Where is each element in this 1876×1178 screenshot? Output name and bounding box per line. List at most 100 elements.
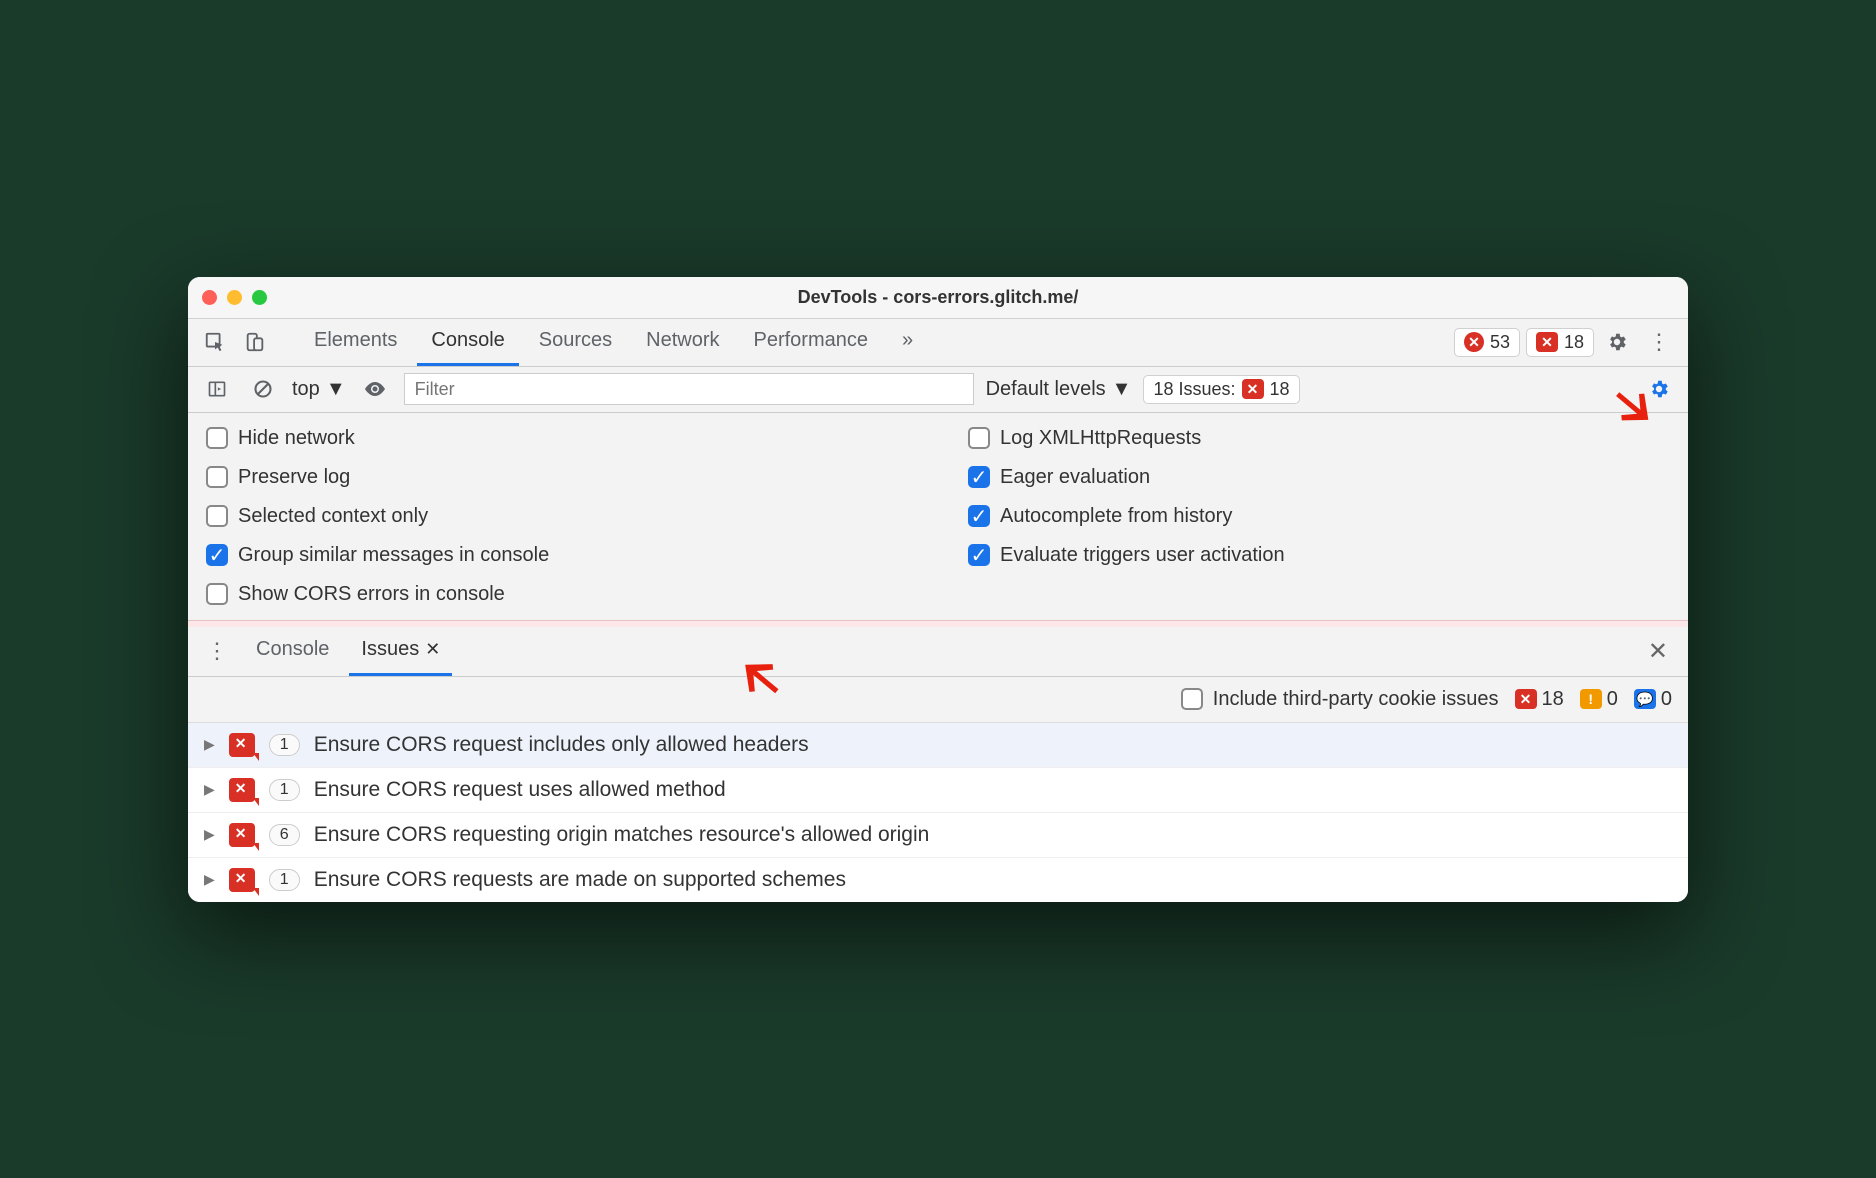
checkbox-icon xyxy=(206,505,228,527)
expand-icon: ▶ xyxy=(204,871,215,888)
settings-gear-icon[interactable] xyxy=(1600,325,1634,359)
setting-selected-context-only[interactable]: Selected context only xyxy=(206,505,908,528)
live-expression-icon[interactable] xyxy=(358,372,392,406)
include-third-party-toggle[interactable]: Include third-party cookie issues xyxy=(1181,688,1499,711)
setting-label: Evaluate triggers user activation xyxy=(1000,544,1285,567)
log-levels-selector[interactable]: Default levels ▼ xyxy=(986,378,1132,401)
close-tab-icon[interactable]: ✕ xyxy=(425,639,440,660)
warning-severity-count: 0 xyxy=(1607,688,1618,711)
issues-summary-chip[interactable]: 18 Issues: ✕ 18 xyxy=(1143,375,1299,404)
setting-evaluate-triggers-user-activation[interactable]: ✓ Evaluate triggers user activation xyxy=(968,544,1670,567)
setting-label: Show CORS errors in console xyxy=(238,583,505,606)
device-toolbar-icon[interactable] xyxy=(238,325,272,359)
checkbox-icon: ✓ xyxy=(968,505,990,527)
severity-errors[interactable]: ✕ 18 xyxy=(1515,688,1564,711)
drawer-tab-console[interactable]: Console xyxy=(244,626,341,676)
devtools-window: DevTools - cors-errors.glitch.me/ Elemen… xyxy=(188,277,1688,902)
expand-icon: ▶ xyxy=(204,781,215,798)
warning-icon: ! xyxy=(1580,689,1602,709)
error-icon: ✕ xyxy=(229,778,255,802)
severity-warnings[interactable]: ! 0 xyxy=(1580,688,1618,711)
issues-list: ▶ ✕ 1 Ensure CORS request includes only all… xyxy=(188,723,1688,902)
issue-row[interactable]: ▶ ✕ 1 Ensure CORS request uses allowed meth… xyxy=(188,767,1688,812)
titlebar: DevTools - cors-errors.glitch.me/ xyxy=(188,277,1688,319)
setting-eager-evaluation[interactable]: ✓Eager evaluation xyxy=(968,466,1670,489)
setting-preserve-log[interactable]: Preserve log xyxy=(206,466,908,489)
drawer-tab-label: Issues xyxy=(361,638,419,661)
drawer-tab-bar: ⋮ Console Issues ✕ ✕ xyxy=(188,627,1688,677)
issues-toolbar: Include third-party cookie issues ✕ 18 !… xyxy=(188,677,1688,723)
drawer-menu-icon[interactable]: ⋮ xyxy=(198,638,236,664)
levels-label: Default levels xyxy=(986,378,1106,401)
error-icon: ✕ xyxy=(1515,689,1537,709)
setting-log-xmlhttprequests[interactable]: Log XMLHttpRequests xyxy=(968,427,1670,450)
dropdown-icon: ▼ xyxy=(326,378,346,401)
setting-label: Log XMLHttpRequests xyxy=(1000,427,1201,450)
error-icon: ✕ xyxy=(229,733,255,757)
tab-performance[interactable]: Performance xyxy=(740,318,883,366)
tab-console[interactable]: Console xyxy=(417,318,518,366)
sidebar-toggle-icon[interactable] xyxy=(200,372,234,406)
issue-count: 18 xyxy=(1564,332,1584,353)
expand-icon: ▶ xyxy=(204,736,215,753)
setting-label: Hide network xyxy=(238,427,355,450)
tabs-overflow[interactable]: » xyxy=(888,318,927,366)
traffic-lights xyxy=(202,290,267,305)
severity-info[interactable]: 💬 0 xyxy=(1634,688,1672,711)
fullscreen-window-icon[interactable] xyxy=(252,290,267,305)
setting-group-similar-messages-in-console[interactable]: ✓Group similar messages in console xyxy=(206,544,908,567)
more-menu-icon[interactable]: ⋮ xyxy=(1640,329,1678,355)
error-icon: ✕ xyxy=(1242,379,1264,399)
window-title: DevTools - cors-errors.glitch.me/ xyxy=(188,287,1688,308)
filter-input[interactable] xyxy=(404,373,974,405)
tab-network[interactable]: Network xyxy=(632,318,733,366)
issue-text: Ensure CORS request includes only allowe… xyxy=(314,733,809,757)
checkbox-icon xyxy=(206,583,228,605)
checkbox-icon xyxy=(1181,688,1203,710)
console-settings-gear-icon[interactable] xyxy=(1642,372,1676,406)
issue-count: 1 xyxy=(269,869,300,891)
checkbox-icon xyxy=(206,427,228,449)
drawer-tab-issues[interactable]: Issues ✕ xyxy=(349,626,452,676)
issues-count: 18 xyxy=(1270,379,1290,400)
minimize-window-icon[interactable] xyxy=(227,290,242,305)
setting-label: Group similar messages in console xyxy=(238,544,549,567)
issue-count: 1 xyxy=(269,734,300,756)
setting-show-cors-errors-in-console[interactable]: Show CORS errors in console xyxy=(206,583,908,606)
clear-console-icon[interactable] xyxy=(246,372,280,406)
context-selector[interactable]: top ▼ xyxy=(292,378,346,401)
checkbox-icon: ✓ xyxy=(968,544,990,566)
setting-label: Preserve log xyxy=(238,466,350,489)
error-icon: ✕ xyxy=(229,823,255,847)
close-window-icon[interactable] xyxy=(202,290,217,305)
drawer-close-icon[interactable]: ✕ xyxy=(1638,637,1678,666)
error-icon: ✕ xyxy=(229,868,255,892)
console-settings-panel: Hide network Preserve log Selected context… xyxy=(188,413,1688,621)
error-counter[interactable]: ✕ 53 xyxy=(1454,328,1520,357)
issue-row[interactable]: ▶ ✕ 1 Ensure CORS request includes only all… xyxy=(188,723,1688,767)
tab-elements[interactable]: Elements xyxy=(300,318,411,366)
setting-autocomplete-from-history[interactable]: ✓ Autocomplete from history xyxy=(968,505,1670,528)
dropdown-icon: ▼ xyxy=(1112,378,1132,401)
context-label: top xyxy=(292,378,320,401)
issue-row[interactable]: ▶ ✕ 1 Ensure CORS requests are made on supp… xyxy=(188,857,1688,902)
setting-label: Eager evaluation xyxy=(1000,466,1150,489)
issues-label: 18 Issues: xyxy=(1153,379,1235,400)
issue-count: 6 xyxy=(269,824,300,846)
info-severity-count: 0 xyxy=(1661,688,1672,711)
issue-text: Ensure CORS request uses allowed method xyxy=(314,778,726,802)
error-count: 53 xyxy=(1490,332,1510,353)
issue-count: 1 xyxy=(269,779,300,801)
checkbox-icon xyxy=(968,427,990,449)
setting-label: Autocomplete from history xyxy=(1000,505,1232,528)
error-severity-count: 18 xyxy=(1542,688,1564,711)
issue-row[interactable]: ▶✕6Ensure CORS requesting origin matches… xyxy=(188,812,1688,857)
error-icon: ✕ xyxy=(1464,332,1484,352)
issue-text: Ensure CORS requests are made on support… xyxy=(314,868,846,892)
tab-sources[interactable]: Sources xyxy=(525,318,626,366)
issue-counter[interactable]: ✕ 18 xyxy=(1526,328,1594,357)
setting-hide-network[interactable]: Hide network xyxy=(206,427,908,450)
console-toolbar: top ▼ Default levels ▼ 18 Issues: ✕ 18 xyxy=(188,367,1688,413)
inspect-element-icon[interactable] xyxy=(198,325,232,359)
info-icon: 💬 xyxy=(1634,689,1656,709)
